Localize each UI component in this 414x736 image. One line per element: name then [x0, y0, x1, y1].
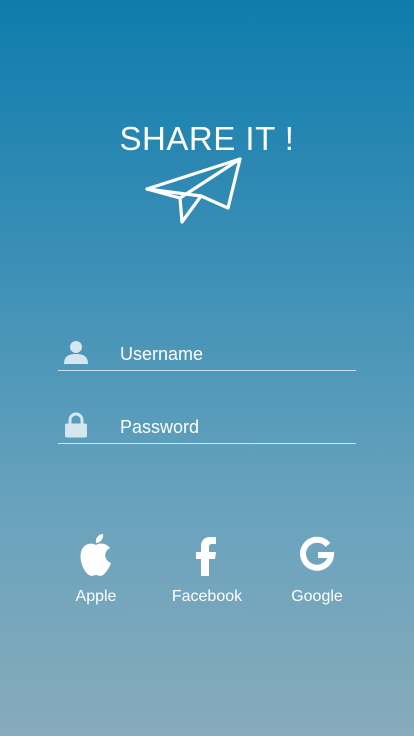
- apple-label: Apple: [75, 588, 117, 605]
- facebook-icon: [196, 537, 216, 576]
- google-login-button[interactable]: Google: [262, 532, 372, 606]
- password-field: [58, 403, 356, 444]
- facebook-login-button[interactable]: Facebook: [152, 532, 262, 606]
- lock-icon: [65, 412, 87, 438]
- apple-login-button[interactable]: Apple: [41, 532, 151, 606]
- username-input[interactable]: [120, 340, 350, 368]
- password-input[interactable]: [120, 413, 350, 441]
- facebook-label: Facebook: [171, 588, 243, 605]
- user-icon: [64, 341, 88, 364]
- google-label: Google: [291, 588, 343, 605]
- paper-plane-icon: [145, 157, 242, 224]
- apple-icon: [80, 534, 111, 576]
- google-icon: [300, 536, 335, 571]
- app-title: SHARE IT !: [119, 120, 295, 157]
- username-field: [58, 330, 356, 371]
- login-screen: SHARE IT ! Apple Facebook: [0, 0, 414, 736]
